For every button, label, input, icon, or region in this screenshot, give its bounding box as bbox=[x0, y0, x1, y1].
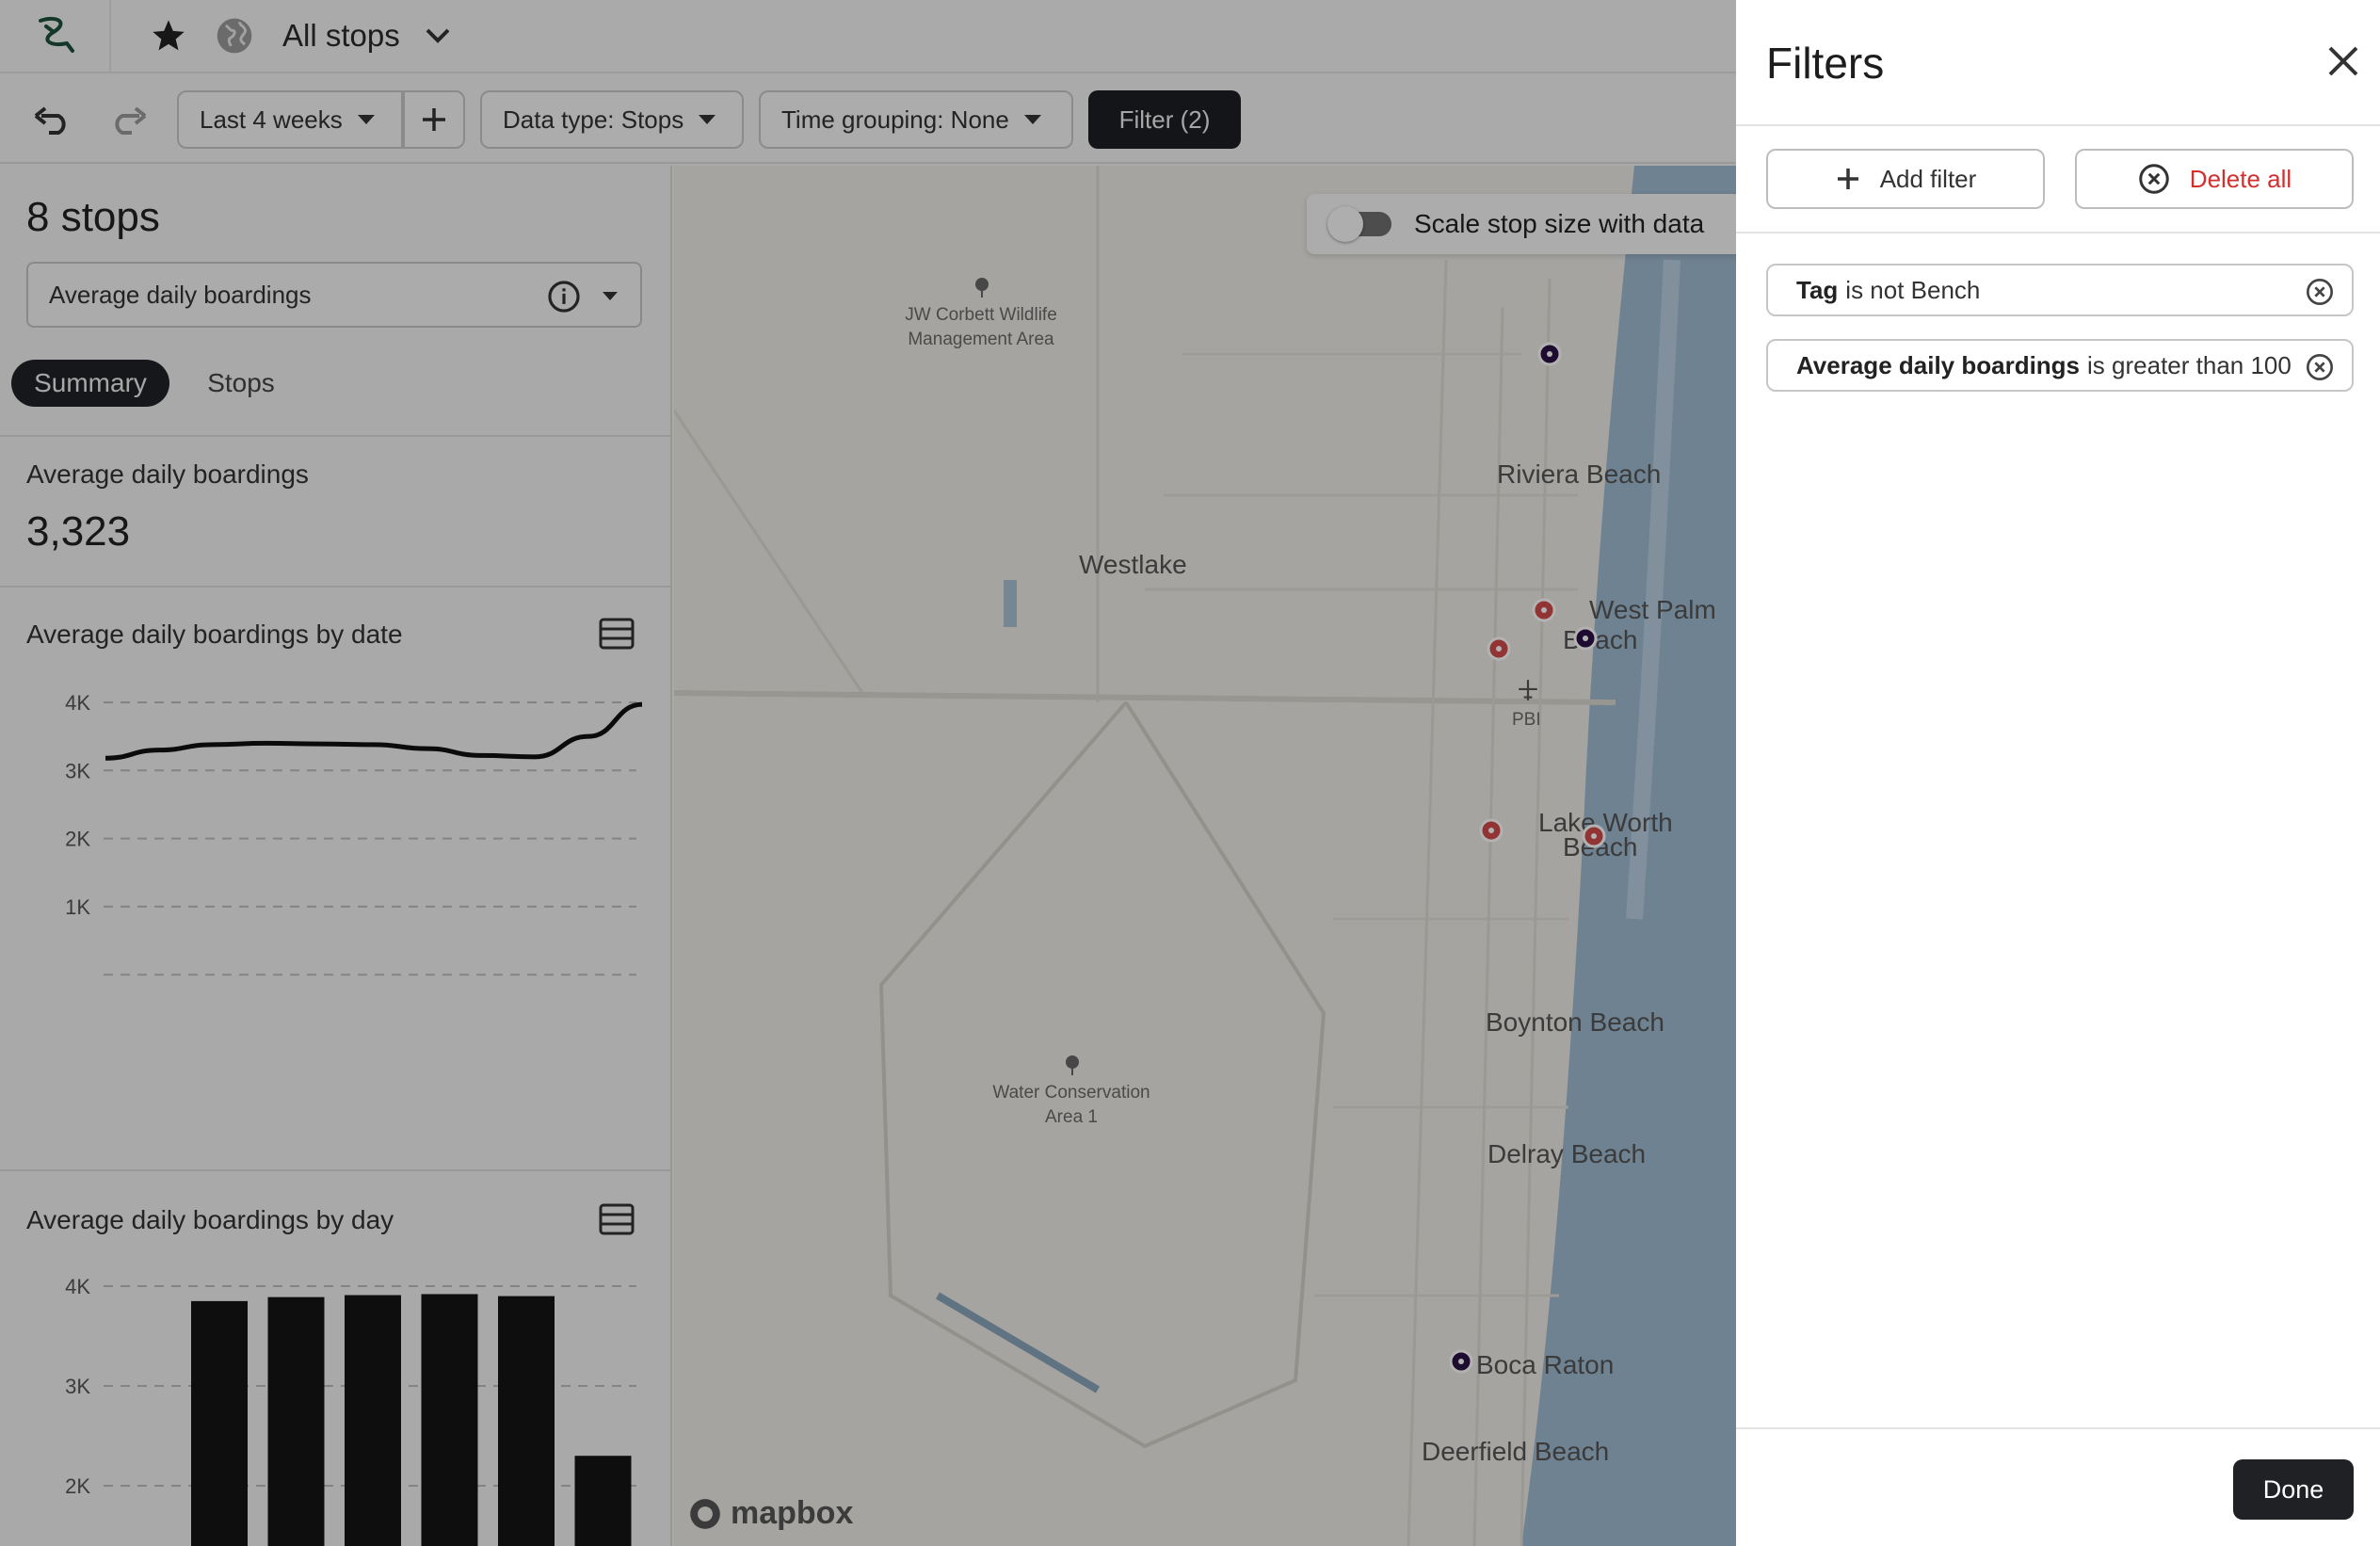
divider bbox=[1736, 124, 2380, 126]
filter-field: Tag bbox=[1796, 275, 1839, 304]
close-icon[interactable] bbox=[2324, 41, 2363, 81]
filters-drawer: Filters Add filter Delete all Tag is not… bbox=[1736, 0, 2380, 1546]
modal-backdrop[interactable] bbox=[0, 0, 1736, 1546]
filter-field: Average daily boardings bbox=[1796, 350, 2081, 379]
filter-condition: is greater than 100 bbox=[2087, 350, 2292, 379]
filter-chip[interactable]: Tag is not Bench bbox=[1766, 264, 2354, 316]
plus-icon bbox=[1835, 166, 1861, 192]
filter-condition: is not Bench bbox=[1845, 275, 1981, 304]
divider bbox=[1736, 1427, 2380, 1429]
app-root: All stops Last 4 weeks Data type: Stops … bbox=[0, 0, 2380, 1546]
filter-chip[interactable]: Average daily boardings is greater than … bbox=[1766, 339, 2354, 392]
delete-all-button[interactable]: Delete all bbox=[2075, 149, 2354, 209]
divider bbox=[1736, 232, 2380, 234]
delete-all-label: Delete all bbox=[2189, 164, 2292, 193]
drawer-title: Filters bbox=[1766, 39, 1885, 88]
done-button[interactable]: Done bbox=[2233, 1459, 2354, 1520]
cancel-circle-icon bbox=[2137, 162, 2171, 196]
add-filter-label: Add filter bbox=[1879, 164, 1977, 193]
remove-filter-icon[interactable] bbox=[2305, 352, 2335, 389]
add-filter-button[interactable]: Add filter bbox=[1766, 149, 2045, 209]
remove-filter-icon[interactable] bbox=[2305, 277, 2335, 314]
